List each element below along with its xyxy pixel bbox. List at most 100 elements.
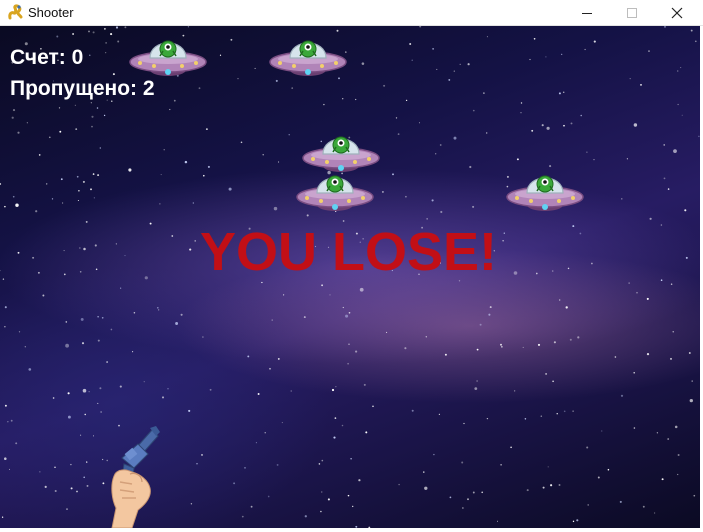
star	[531, 129, 534, 132]
star	[15, 442, 18, 445]
close-icon	[671, 7, 682, 19]
game-canvas[interactable]: Счет: 0 Пропущено: 2 YOU LOSE!	[0, 26, 700, 528]
star	[418, 122, 421, 124]
star	[42, 294, 45, 297]
star	[103, 114, 106, 117]
star	[241, 515, 244, 518]
star	[39, 471, 41, 473]
star	[194, 240, 196, 242]
star	[648, 50, 650, 52]
star	[37, 271, 40, 274]
star	[283, 294, 285, 296]
star	[677, 103, 679, 106]
star	[15, 203, 19, 207]
star	[372, 405, 374, 408]
star	[275, 79, 278, 82]
star	[233, 482, 236, 485]
star	[553, 341, 556, 344]
star	[681, 114, 683, 116]
ufo-enemy-2	[269, 40, 347, 77]
close-button[interactable]	[654, 0, 699, 26]
star	[17, 131, 20, 134]
star	[329, 294, 331, 296]
star	[503, 232, 505, 234]
star	[485, 132, 488, 134]
star	[347, 362, 349, 365]
star	[273, 206, 278, 211]
star	[677, 454, 680, 456]
star	[327, 498, 330, 501]
star	[691, 380, 693, 382]
window-title: Shooter	[28, 5, 74, 20]
star	[12, 109, 16, 112]
star	[84, 413, 86, 416]
star	[642, 505, 645, 508]
star	[359, 287, 364, 292]
star	[552, 380, 554, 383]
star	[365, 431, 368, 434]
star	[569, 338, 572, 341]
star	[90, 102, 92, 104]
star	[404, 347, 407, 350]
star	[105, 52, 107, 54]
star	[18, 331, 21, 333]
star	[341, 424, 344, 427]
star	[510, 446, 512, 449]
star	[318, 463, 321, 465]
star	[633, 427, 636, 429]
star	[80, 317, 84, 321]
star	[17, 251, 20, 254]
star	[97, 316, 99, 318]
star	[449, 496, 452, 499]
star	[674, 425, 678, 429]
star	[88, 30, 90, 33]
star	[411, 409, 414, 412]
star	[192, 202, 194, 204]
star	[383, 84, 386, 87]
star	[291, 87, 294, 89]
star	[576, 519, 579, 522]
star	[513, 271, 518, 275]
star	[94, 244, 97, 247]
star	[496, 520, 499, 522]
star	[556, 413, 558, 415]
star	[529, 58, 531, 61]
star	[267, 495, 270, 498]
star	[82, 388, 87, 393]
star	[440, 210, 443, 214]
minimize-button[interactable]	[564, 0, 609, 26]
star	[144, 276, 148, 280]
star	[670, 283, 673, 285]
star	[345, 314, 349, 318]
star	[35, 210, 38, 213]
title-bar[interactable]: Shooter	[0, 0, 703, 26]
star	[474, 387, 478, 390]
star	[143, 381, 145, 383]
star	[196, 463, 198, 465]
star	[559, 299, 561, 301]
star	[257, 393, 260, 395]
minimize-icon	[581, 13, 592, 14]
star	[160, 174, 162, 176]
star	[520, 102, 523, 104]
star	[72, 33, 75, 35]
star	[48, 136, 51, 139]
star	[93, 435, 94, 437]
star	[149, 222, 152, 225]
star	[453, 70, 455, 72]
star	[580, 114, 582, 117]
star	[230, 38, 233, 41]
star	[276, 463, 279, 466]
star	[4, 205, 6, 208]
star	[261, 281, 263, 284]
star	[201, 453, 203, 456]
maximize-button[interactable]	[609, 0, 654, 26]
star	[586, 151, 588, 153]
star	[545, 372, 548, 375]
star	[115, 26, 119, 29]
star	[128, 168, 132, 172]
star	[476, 380, 478, 382]
star	[500, 463, 502, 466]
star	[633, 372, 635, 374]
star	[438, 413, 441, 416]
